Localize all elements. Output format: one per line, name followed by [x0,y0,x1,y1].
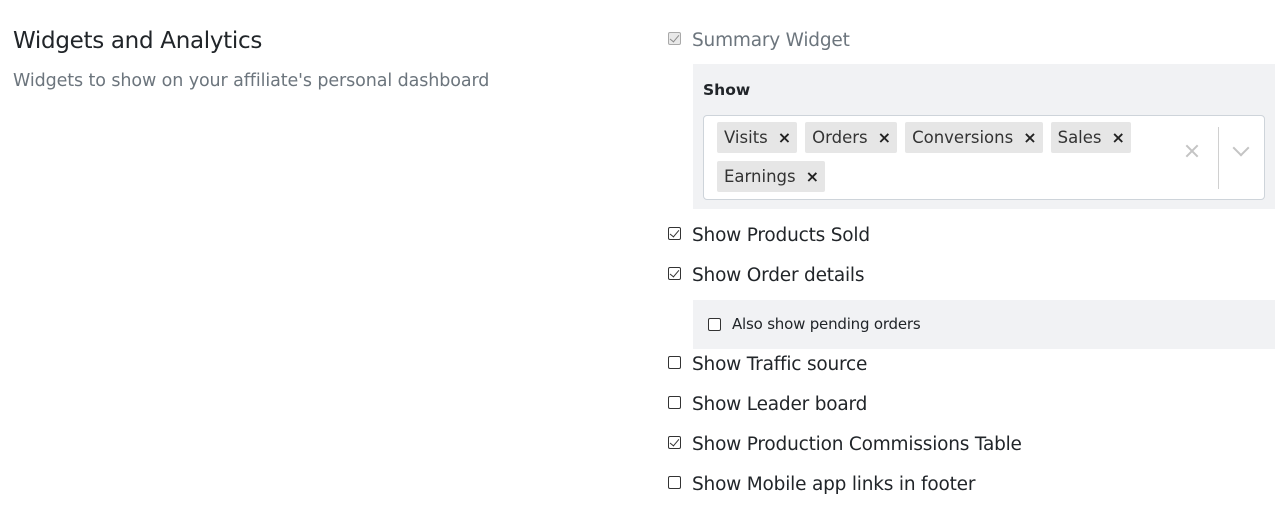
section-description: Widgets to show on your affiliate's pers… [13,71,490,91]
products-sold-checkbox[interactable] [668,227,681,240]
selected-tag: Orders × [805,122,898,153]
pending-orders-option[interactable]: Also show pending orders [708,312,921,336]
order-details-label: Show Order details [692,265,865,286]
selected-tag: Sales × [1050,122,1131,153]
pending-orders-label: Also show pending orders [732,315,921,333]
remove-tag-icon[interactable]: × [1112,129,1125,146]
commissions-table-option[interactable]: Show Production Commissions Table [668,432,1022,458]
tag-label: Earnings [724,167,796,186]
mobile-links-checkbox[interactable] [668,476,681,489]
pending-orders-checkbox[interactable] [708,317,721,331]
selected-tag: Earnings × [717,161,826,192]
leader-board-option[interactable]: Show Leader board [668,392,867,418]
commissions-table-checkbox[interactable] [668,436,681,449]
leader-board-checkbox[interactable] [668,396,681,409]
show-multiselect[interactable]: Visits × Orders × Conversions × Sales × Earnings… [703,115,1265,200]
show-settings-panel: Show Visits × Orders × Conversions × Sales × Ear… [693,64,1275,209]
show-label: Show [703,81,751,99]
selected-tag: Conversions × [905,122,1043,153]
traffic-source-checkbox[interactable] [668,356,681,369]
section-title: Widgets and Analytics [13,28,263,54]
commissions-table-label: Show Production Commissions Table [692,434,1022,455]
order-details-option[interactable]: Show Order details [668,263,864,289]
tag-label: Sales [1057,128,1102,147]
selected-tags: Visits × Orders × Conversions × Sales × Earnings… [717,122,1167,192]
selected-tag: Visits × [717,122,798,153]
remove-tag-icon[interactable]: × [878,129,891,146]
summary-widget-option: Summary Widget [668,28,850,54]
products-sold-label: Show Products Sold [692,225,870,246]
tag-label: Orders [812,128,868,147]
order-details-subpanel: Also show pending orders [693,300,1275,349]
mobile-links-option[interactable]: Show Mobile app links in footer [668,472,975,498]
mobile-links-label: Show Mobile app links in footer [692,474,976,495]
order-details-checkbox[interactable] [668,267,681,280]
leader-board-label: Show Leader board [692,394,868,415]
remove-tag-icon[interactable]: × [806,168,819,185]
summary-widget-label: Summary Widget [692,30,850,51]
traffic-source-label: Show Traffic source [692,354,868,375]
select-separator [1218,127,1219,189]
tag-label: Conversions [912,128,1014,147]
close-icon[interactable] [1185,144,1199,158]
remove-tag-icon[interactable]: × [1023,129,1036,146]
traffic-source-option[interactable]: Show Traffic source [668,352,867,378]
remove-tag-icon[interactable]: × [778,129,791,146]
chevron-down-icon[interactable] [1232,139,1250,157]
products-sold-option[interactable]: Show Products Sold [668,223,870,249]
summary-widget-checkbox [668,32,681,45]
tag-label: Visits [724,128,768,147]
